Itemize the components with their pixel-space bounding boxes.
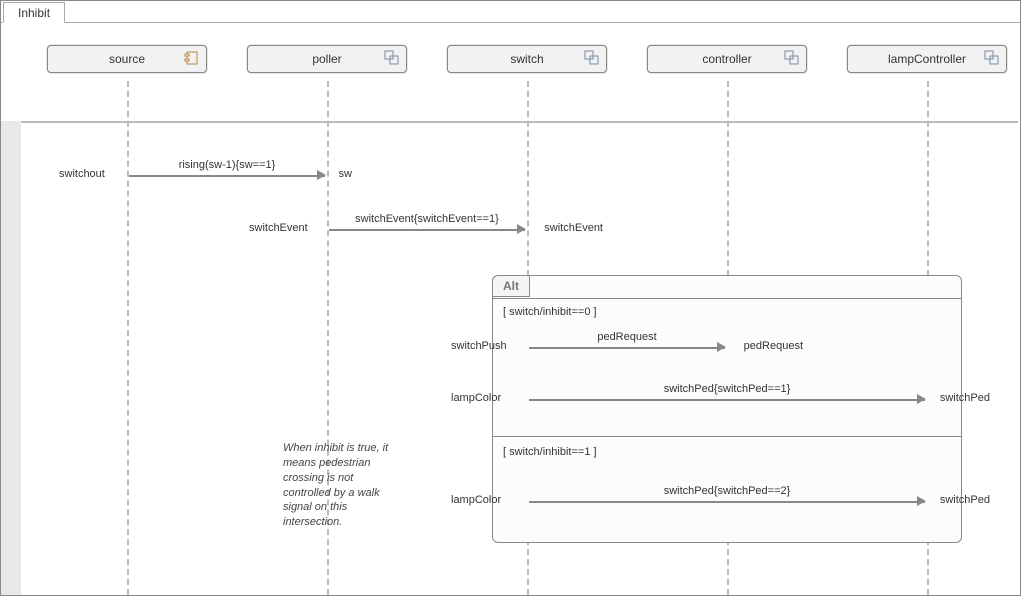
alt-guard-1: [ switch/inhibit==0 ] [503, 306, 597, 318]
canvas-gutter [1, 121, 21, 595]
message-switchped-1[interactable]: switchPed{switchPed==1} lampColor switch… [529, 399, 925, 400]
arrowhead-icon [317, 170, 326, 180]
stereotype-icon [784, 50, 800, 66]
message-rising[interactable]: rising(sw-1){sw==1} switchout sw [129, 175, 325, 176]
message-line [329, 229, 525, 231]
message-line [129, 175, 325, 177]
stereotype-icon [584, 50, 600, 66]
message-dst: pedRequest [744, 340, 803, 352]
message-label: pedRequest [529, 331, 725, 343]
message-src: switchEvent [249, 222, 308, 234]
lifeline-lampcontroller[interactable]: lampController [847, 45, 1007, 73]
arrowhead-icon [517, 224, 526, 234]
alt-title: Alt [492, 275, 530, 297]
message-line [529, 347, 725, 349]
lifeline-controller[interactable]: controller [647, 45, 807, 73]
diagram-note: When inhibit is true, it means pedestria… [283, 441, 393, 530]
arrowhead-icon [917, 496, 926, 506]
message-src: lampColor [451, 494, 501, 506]
message-line [529, 399, 925, 401]
message-src: lampColor [451, 392, 501, 404]
message-switchevent[interactable]: switchEvent{switchEvent==1} switchEvent … [329, 229, 525, 230]
alt-divider-mid [493, 436, 961, 437]
message-pedrequest[interactable]: pedRequest switchPush pedRequest [529, 347, 725, 348]
lifeline-label: source [109, 52, 145, 66]
message-dst: sw [339, 168, 352, 180]
tab-label: Inhibit [18, 6, 50, 20]
lifeline-switch[interactable]: switch [447, 45, 607, 73]
arrowhead-icon [917, 394, 926, 404]
lifeline-label: switch [510, 52, 543, 66]
lifeline-label: controller [702, 52, 751, 66]
message-src: switchPush [451, 340, 507, 352]
message-dst: switchPed [940, 494, 990, 506]
alt-guard-2: [ switch/inhibit==1 ] [503, 446, 597, 458]
tab-inhibit[interactable]: Inhibit [3, 2, 65, 23]
arrowhead-icon [717, 342, 726, 352]
lifeline-label: poller [312, 52, 341, 66]
sequence-canvas: rising(sw-1){sw==1} switchout sw switchE… [1, 81, 1020, 595]
lifeline-source[interactable]: source [47, 45, 207, 73]
component-icon [184, 50, 200, 66]
message-label: switchPed{switchPed==2} [529, 485, 925, 497]
message-dst: switchPed [940, 392, 990, 404]
lifeline-label: lampController [888, 52, 966, 66]
message-dst: switchEvent [544, 222, 603, 234]
message-line [529, 501, 925, 503]
message-src: switchout [59, 168, 105, 180]
message-label: switchPed{switchPed==1} [529, 383, 925, 395]
diagram-frame: Inhibit source poller switch controller [0, 0, 1021, 596]
message-switchped-2[interactable]: switchPed{switchPed==2} lampColor switch… [529, 501, 925, 502]
tab-bar: Inhibit [1, 1, 1020, 23]
message-label: switchEvent{switchEvent==1} [329, 213, 525, 225]
lifelines-row: source poller switch controller lampCont… [1, 45, 1020, 75]
stereotype-icon [384, 50, 400, 66]
message-label: rising(sw-1){sw==1} [129, 159, 325, 171]
stereotype-icon [984, 50, 1000, 66]
canvas-top-rule [21, 121, 1018, 123]
lifeline-poller[interactable]: poller [247, 45, 407, 73]
alt-divider-top [493, 298, 961, 299]
